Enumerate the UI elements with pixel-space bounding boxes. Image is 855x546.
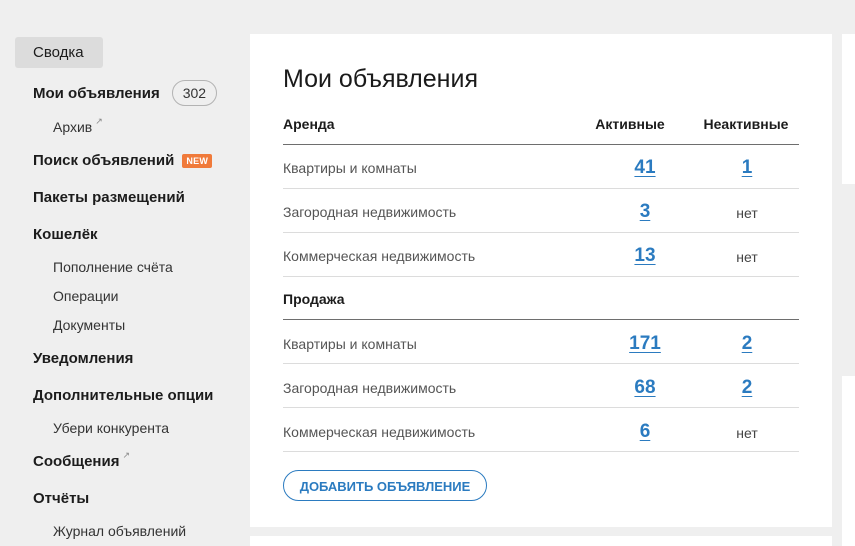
sidebar-item-search-ads[interactable]: Поиск объявлений NEW xyxy=(33,152,213,169)
side-card xyxy=(842,34,855,184)
divider xyxy=(283,144,799,145)
side-card xyxy=(842,376,855,546)
section-title-sale: Продажа xyxy=(283,291,345,307)
row-label: Квартиры и комнаты xyxy=(283,336,417,352)
row-label: Квартиры и комнаты xyxy=(283,160,417,176)
inactive-count-link[interactable]: 2 xyxy=(717,333,777,355)
sidebar-item-additional-options[interactable]: Дополнительные опции xyxy=(33,387,213,404)
active-count-link[interactable]: 6 xyxy=(615,421,675,443)
inactive-count-link[interactable]: 1 xyxy=(717,157,777,179)
sidebar-item-my-ads[interactable]: Мои объявления 302 xyxy=(33,80,218,106)
row-label: Загородная недвижимость xyxy=(283,204,457,220)
sidebar-item-label: Архив xyxy=(53,119,93,135)
row-label: Коммерческая недвижимость xyxy=(283,248,476,264)
sidebar-item-top-up[interactable]: Пополнение счёта xyxy=(53,259,173,275)
active-count-link[interactable]: 171 xyxy=(615,333,675,355)
divider xyxy=(283,276,799,277)
active-count-link[interactable]: 68 xyxy=(615,377,675,399)
inactive-count-link[interactable]: 2 xyxy=(717,377,777,399)
sidebar: Сводка Мои объявления 302 Архив ↗ Поиск … xyxy=(0,0,240,540)
sidebar-item-operations[interactable]: Операции xyxy=(53,288,119,304)
divider xyxy=(283,451,799,452)
sidebar-item-label: Мои объявления xyxy=(33,84,160,102)
new-badge: NEW xyxy=(182,153,213,168)
active-count-link[interactable]: 13 xyxy=(615,245,675,267)
inactive-none-text: нет xyxy=(736,425,758,441)
active-count-link[interactable]: 3 xyxy=(615,201,675,223)
column-header-inactive: Неактивные xyxy=(703,116,789,132)
divider xyxy=(283,319,799,320)
next-panel xyxy=(250,536,832,546)
sidebar-item-messages[interactable]: Сообщения ↗ xyxy=(33,450,131,470)
sidebar-item-documents[interactable]: Документы xyxy=(53,317,125,333)
inactive-none-text: нет xyxy=(736,249,758,265)
add-ad-button[interactable]: ДОБАВИТЬ ОБЪЯВЛЕНИЕ xyxy=(283,470,487,501)
row-label: Загородная недвижимость xyxy=(283,380,457,396)
divider xyxy=(283,363,799,364)
sidebar-item-summary[interactable]: Сводка xyxy=(15,37,103,68)
divider xyxy=(283,232,799,233)
inactive-none-text: нет xyxy=(736,205,758,221)
section-title-rent: Аренда xyxy=(283,116,335,132)
divider xyxy=(283,407,799,408)
external-link-icon: ↗ xyxy=(95,115,103,126)
sidebar-item-notifications[interactable]: Уведомления xyxy=(33,350,133,367)
page-title: Мои объявления xyxy=(283,65,478,93)
sidebar-item-reports[interactable]: Отчёты xyxy=(33,490,89,507)
sidebar-item-ads-log[interactable]: Журнал объявлений xyxy=(53,523,186,539)
sidebar-item-packages[interactable]: Пакеты размещений xyxy=(33,189,185,206)
row-label: Коммерческая недвижимость xyxy=(283,424,476,440)
sidebar-item-remove-competitor[interactable]: Убери конкурента xyxy=(53,420,169,436)
divider xyxy=(283,188,799,189)
ads-count-badge: 302 xyxy=(171,80,218,106)
active-count-link[interactable]: 41 xyxy=(615,157,675,179)
column-header-active: Активные xyxy=(595,116,665,132)
external-link-icon: ↗ xyxy=(122,450,131,460)
sidebar-item-wallet[interactable]: Кошелёк xyxy=(33,226,98,243)
sidebar-item-label: Сообщения xyxy=(33,453,120,470)
my-ads-panel: Мои объявления Аренда Активные Неактивны… xyxy=(250,34,832,527)
sidebar-item-label: Поиск объявлений xyxy=(33,152,175,169)
sidebar-item-archive[interactable]: Архив ↗ xyxy=(53,115,103,136)
